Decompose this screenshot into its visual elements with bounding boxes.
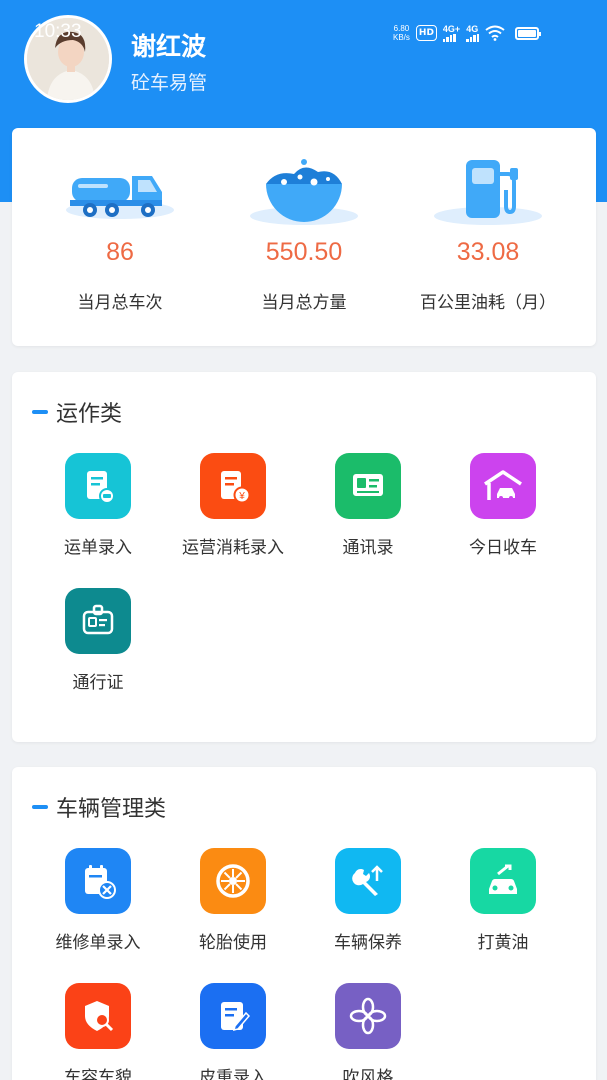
tile-waybill-entry[interactable]: 运单录入 (31, 453, 165, 558)
signal-4g-icon: 4G (466, 24, 480, 42)
tile-contacts[interactable]: 通讯录 (301, 453, 435, 558)
tile-tire-usage[interactable]: 轮胎使用 (166, 848, 300, 953)
status-time: 10:33 (34, 21, 82, 42)
svg-text:¥: ¥ (238, 491, 245, 502)
tile-label: 轮胎使用 (199, 933, 267, 953)
wrench-icon (335, 848, 401, 914)
pass-badge-icon (65, 588, 131, 654)
expense-icon: ¥ (200, 453, 266, 519)
tile-label: 吹风格 (342, 1068, 394, 1080)
battery-icon (515, 26, 542, 40)
tile-label: 通讯录 (342, 538, 394, 558)
repair-order-icon (65, 848, 131, 914)
stat-label: 当月总方量 (261, 293, 347, 313)
wifi-icon (485, 25, 505, 41)
tile-greasing[interactable]: 打黄油 (436, 848, 570, 953)
tile-label: 车容车貌 (64, 1068, 132, 1080)
tile-expense-entry[interactable]: ¥ 运营消耗录入 (166, 453, 300, 558)
monthly-stats-card: 86 当月总车次 550.50 当月总方量 33.08 百公里油耗（月） (12, 128, 596, 346)
tile-today-return[interactable]: 今日收车 (436, 453, 570, 558)
tile-air-blow-filter[interactable]: 吹风格 (301, 983, 435, 1080)
tile-label: 打黄油 (477, 933, 529, 953)
status-bar: 6.80 KB/s HD 4G+ 4G (393, 22, 542, 44)
username: 谢红波 (131, 32, 207, 61)
tile-label: 皮重录入 (199, 1068, 267, 1080)
section-marker (32, 805, 48, 809)
hd-icon: HD (415, 25, 437, 41)
signal-4g-plus-icon: 4G+ (442, 24, 460, 42)
shield-search-icon (65, 983, 131, 1049)
tile-label: 今日收车 (469, 538, 537, 558)
app-name: 砼车易管 (131, 72, 208, 94)
stat-value: 550.50 (265, 238, 343, 266)
net-speed: 6.80 KB/s (393, 24, 410, 42)
tile-vehicle-maintenance[interactable]: 车辆保养 (301, 848, 435, 953)
fan-icon (335, 983, 401, 1049)
tile-repair-order-entry[interactable]: 维修单录入 (31, 848, 165, 953)
vehicle-management-section: 车辆管理类 维修单录入 轮胎使用 车辆保养 打黄油 车容车貌 皮重录入 吹风格 (12, 767, 596, 1080)
section-title: 车辆管理类 (32, 791, 166, 823)
stat-total-volume[interactable]: 550.50 当月总方量 (214, 128, 394, 346)
tile-tare-weight-entry[interactable]: 皮重录入 (166, 983, 300, 1080)
tare-edit-icon (200, 983, 266, 1049)
tile-label: 运营消耗录入 (182, 538, 284, 558)
operations-section: 运作类 运单录入 ¥ 运营消耗录入 通讯录 今日收车 通行证 (12, 372, 596, 742)
waybill-icon (65, 453, 131, 519)
tile-label: 车辆保养 (334, 933, 402, 953)
tile-vehicle-appearance[interactable]: 车容车貌 (31, 983, 165, 1080)
stat-value: 33.08 (456, 238, 520, 266)
section-marker (32, 410, 48, 414)
stat-label: 百公里油耗（月） (420, 293, 556, 313)
tire-icon (200, 848, 266, 914)
tile-label: 运单录入 (64, 538, 132, 558)
tile-pass[interactable]: 通行证 (31, 588, 165, 693)
section-title: 运作类 (32, 396, 122, 428)
garage-car-icon (470, 453, 536, 519)
stat-fuel-consumption[interactable]: 33.08 百公里油耗（月） (398, 128, 578, 346)
contacts-icon (335, 453, 401, 519)
car-wrench-icon (470, 848, 536, 914)
stat-value: 86 (106, 238, 134, 266)
stat-label: 当月总车次 (77, 293, 163, 313)
stat-total-trips[interactable]: 86 当月总车次 (30, 128, 210, 346)
tile-label: 通行证 (72, 673, 124, 693)
tile-label: 维修单录入 (55, 933, 141, 953)
